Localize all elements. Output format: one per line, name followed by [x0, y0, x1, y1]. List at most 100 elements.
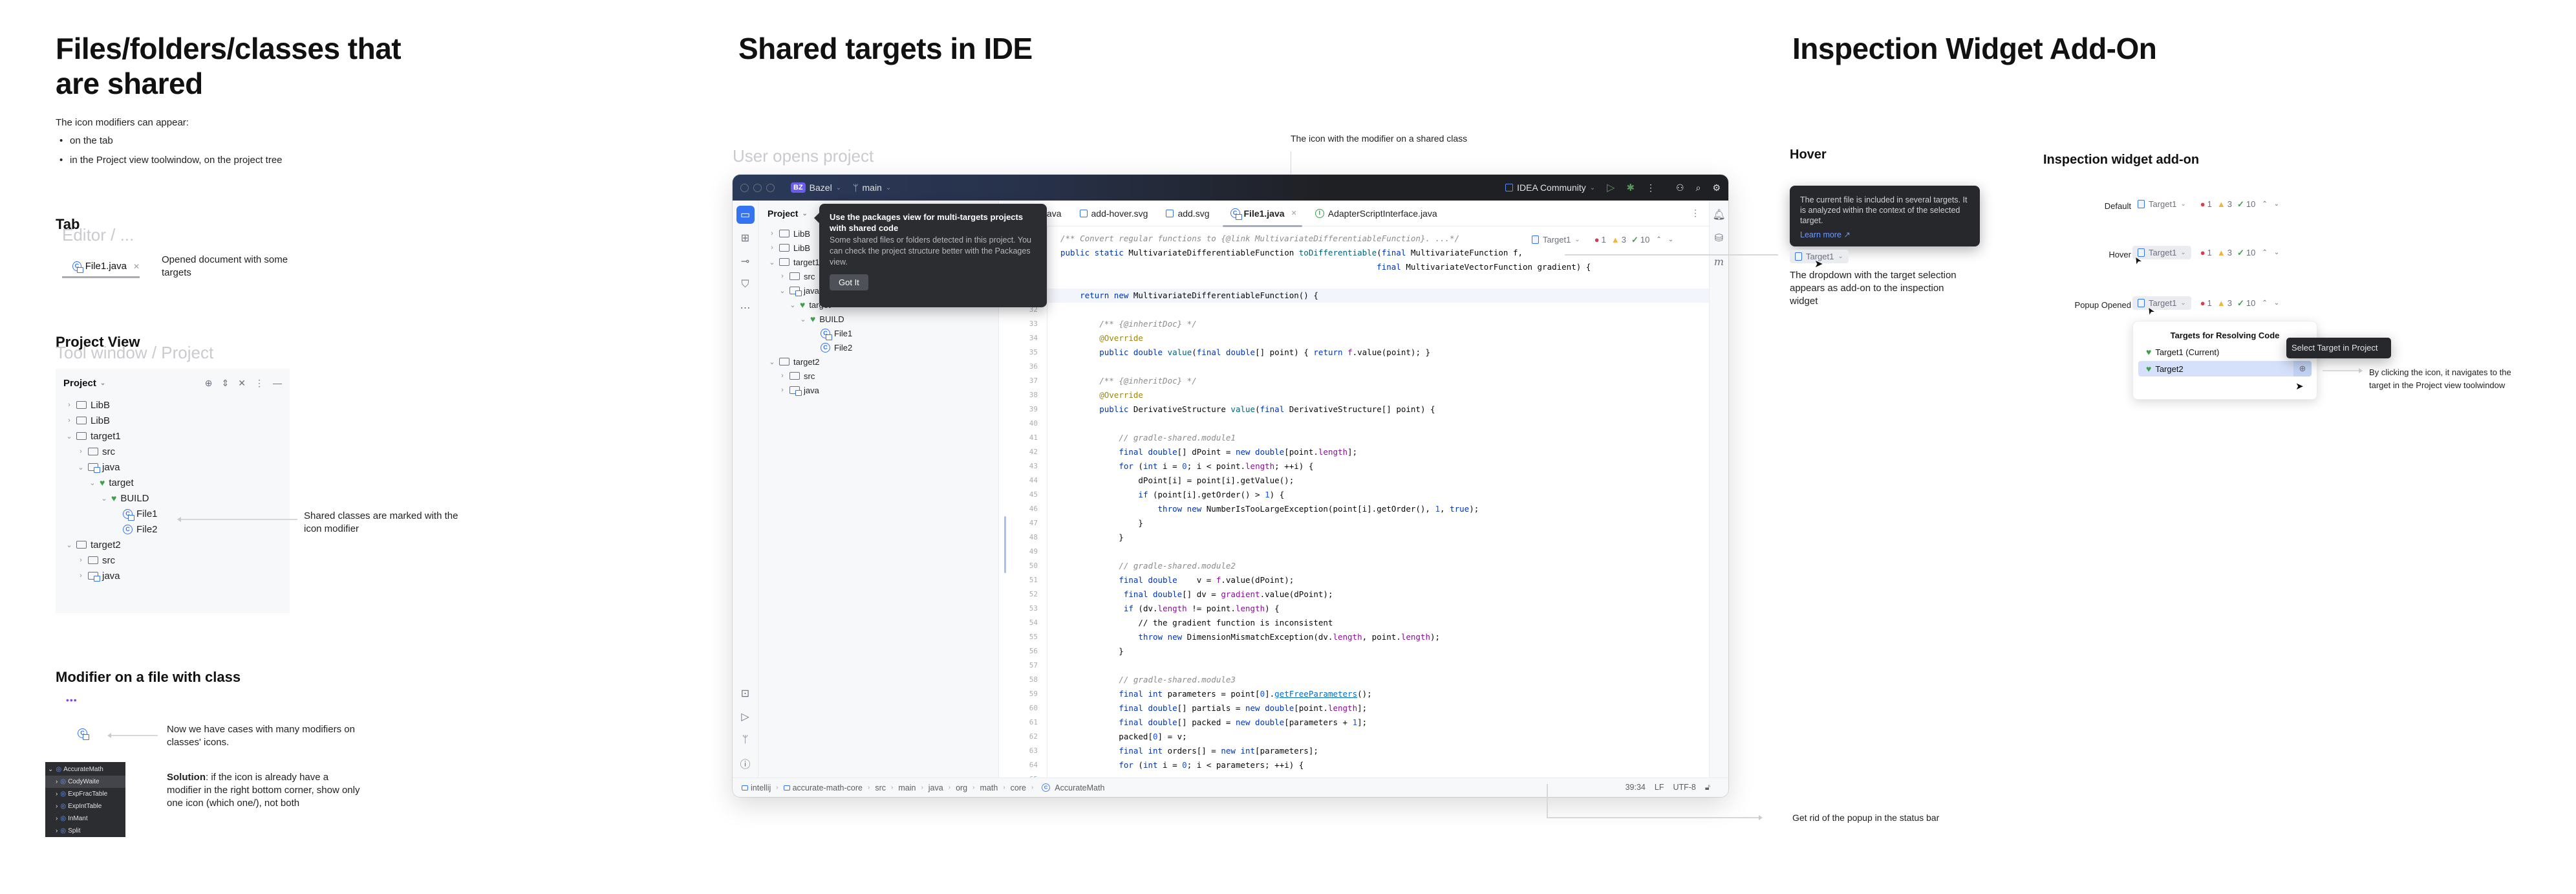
locate-in-project-icon[interactable]: ⊕ [2293, 361, 2312, 376]
error-count[interactable]: 1 [2207, 199, 2212, 209]
collapse-all-icon[interactable]: ✕ [238, 378, 246, 389]
tree-item[interactable]: › src [65, 552, 290, 568]
tree-item[interactable]: ⌄ target2 [65, 537, 290, 552]
chevron-right-icon[interactable]: › [778, 386, 787, 394]
previous-problem-icon[interactable]: ⌃ [2262, 201, 2267, 208]
commit-icon[interactable]: ⊸ [736, 252, 755, 270]
lock-icon[interactable]: 🔓︎ [1705, 783, 1710, 792]
project-pane-title[interactable]: Project [767, 208, 798, 219]
editor-tab[interactable]: add.svg [1157, 201, 1218, 226]
locate-icon[interactable]: ⊕ [205, 378, 213, 389]
breadcrumb-item[interactable]: main [898, 783, 916, 792]
chevron-right-icon[interactable]: › [56, 778, 58, 785]
window-zoom-button[interactable] [766, 183, 775, 192]
error-count[interactable]: 1 [2207, 248, 2212, 257]
search-icon[interactable]: ⌕ [1696, 182, 1701, 193]
more-tools-icon[interactable]: ⋯ [736, 299, 755, 317]
error-count[interactable]: 1 [1602, 235, 1606, 245]
breadcrumb-item[interactable]: src [875, 783, 886, 792]
breadcrumb-item[interactable]: accurate-math-core [793, 783, 863, 792]
chevron-down-icon[interactable]: ⌄ [76, 463, 85, 472]
expand-all-icon[interactable]: ⇕ [222, 378, 230, 389]
class-tree-item[interactable]: › ◎ Split [45, 825, 125, 837]
target-dropdown[interactable]: Target1 ⌄ [2132, 197, 2191, 211]
previous-problem-icon[interactable]: ⌃ [1656, 236, 1661, 243]
warning-count[interactable]: 3 [1622, 235, 1626, 245]
tree-item[interactable]: › src [767, 369, 998, 383]
terminal-icon[interactable]: ⊡ [736, 684, 755, 703]
project-folder-icon[interactable]: ▭ [736, 206, 755, 224]
tree-item[interactable]: › LibB [65, 413, 290, 428]
tree-item[interactable]: › src [65, 444, 290, 459]
chevron-right-icon[interactable]: › [56, 827, 58, 834]
file-encoding[interactable]: UTF-8 [1673, 783, 1695, 792]
breadcrumb-item[interactable]: AccurateMath [1055, 783, 1104, 792]
chevron-right-icon[interactable]: › [56, 815, 58, 822]
chevron-down-icon[interactable]: ⌄ [802, 210, 807, 217]
previous-problem-icon[interactable]: ⌃ [2262, 249, 2267, 256]
editor-tab[interactable]: I AdapterScriptInterface.java [1306, 201, 1446, 226]
settings-gear-icon[interactable]: ⚙ [1712, 182, 1721, 193]
window-close-button[interactable] [740, 183, 749, 192]
chevron-down-icon[interactable]: ⌄ [100, 380, 105, 387]
chevron-down-icon[interactable]: ⌄ [767, 358, 777, 366]
chevron-right-icon[interactable]: › [65, 417, 74, 424]
tree-item[interactable]: ⌄ target1 [65, 428, 290, 444]
warning-count[interactable]: 3 [2227, 248, 2232, 257]
warning-count[interactable]: 3 [2227, 298, 2232, 308]
git-icon[interactable]: ᛘ [736, 731, 755, 749]
chevron-right-icon[interactable]: › [767, 244, 777, 252]
next-problem-icon[interactable]: ⌄ [2274, 201, 2279, 208]
got-it-button[interactable]: Got It [830, 274, 868, 290]
cursor-position[interactable]: 39:34 [1626, 783, 1646, 792]
ok-count[interactable]: 10 [1640, 235, 1649, 245]
target-dropdown[interactable]: Target1 ⌄ [1527, 233, 1585, 246]
hide-icon[interactable]: — [273, 378, 282, 389]
chevron-right-icon[interactable]: › [76, 448, 85, 455]
chevron-down-icon[interactable]: ⌄ [100, 494, 109, 503]
tree-item[interactable]: ⌄ target2 [767, 354, 998, 369]
breadcrumb-item[interactable]: intellij [751, 783, 771, 792]
chevron-right-icon[interactable]: › [778, 272, 787, 280]
project-pane-title[interactable]: Project [63, 378, 96, 389]
previous-problem-icon[interactable]: ⌃ [2262, 300, 2267, 307]
chevron-right-icon[interactable]: › [76, 572, 85, 580]
target-option[interactable]: ♥ Target1 (Current) [2138, 344, 2312, 360]
tree-item[interactable]: ⌄ ♥ BUILD [65, 490, 290, 506]
tabs-more-icon[interactable]: ⋮ [1682, 208, 1709, 219]
chevron-right-icon[interactable]: › [65, 401, 74, 409]
close-icon[interactable]: ✕ [1291, 209, 1297, 217]
class-tree-item[interactable]: › ◎ ExpFracTable [45, 788, 125, 800]
branch-switcher[interactable]: ᛘ main ⌄ [853, 182, 891, 193]
more-actions-icon[interactable]: ⋮ [1646, 182, 1655, 193]
line-separator[interactable]: LF [1655, 783, 1664, 792]
chevron-right-icon[interactable]: › [778, 372, 787, 380]
ok-count[interactable]: 10 [2246, 298, 2255, 308]
chevron-down-icon[interactable]: ⌄ [88, 479, 97, 487]
code-editor[interactable]: /** Convert regular functions to {@link … [1047, 226, 1709, 778]
ok-count[interactable]: 10 [2246, 199, 2255, 209]
tab-example[interactable]: C File1.java ✕ [62, 256, 140, 278]
breadcrumb-item[interactable]: core [1011, 783, 1026, 792]
ok-count[interactable]: 10 [2246, 248, 2255, 257]
tree-item[interactable]: › java [767, 383, 998, 397]
editor-tab[interactable]: add-hover.svg [1071, 201, 1157, 226]
tree-item[interactable]: › java [65, 568, 290, 583]
tree-item[interactable]: C File2 [65, 521, 290, 537]
chevron-down-icon[interactable]: ⌄ [48, 766, 53, 773]
debug-icon[interactable]: ✱ [1626, 182, 1635, 193]
close-icon[interactable]: ✕ [133, 262, 140, 271]
tree-item[interactable]: ⌄♥ target [65, 475, 290, 490]
class-tree-item[interactable]: › ◎ InMant [45, 812, 125, 825]
class-tree-item[interactable]: › ◎ CodyWaite [45, 776, 125, 788]
chevron-down-icon[interactable]: ⌄ [767, 258, 777, 267]
run-config-selector[interactable]: IDEA Community ⌄ [1505, 182, 1595, 193]
chevron-right-icon[interactable]: › [76, 556, 85, 564]
breadcrumb-item[interactable]: org [956, 783, 967, 792]
database-icon[interactable]: ⛁ [1710, 229, 1728, 247]
tree-item[interactable]: ⌄ java [65, 459, 290, 475]
chevron-down-icon[interactable]: ⌄ [65, 541, 74, 549]
tree-item[interactable]: C File2 [767, 340, 998, 354]
chevron-right-icon[interactable]: › [56, 803, 58, 810]
chevron-down-icon[interactable]: ⌄ [65, 432, 74, 441]
